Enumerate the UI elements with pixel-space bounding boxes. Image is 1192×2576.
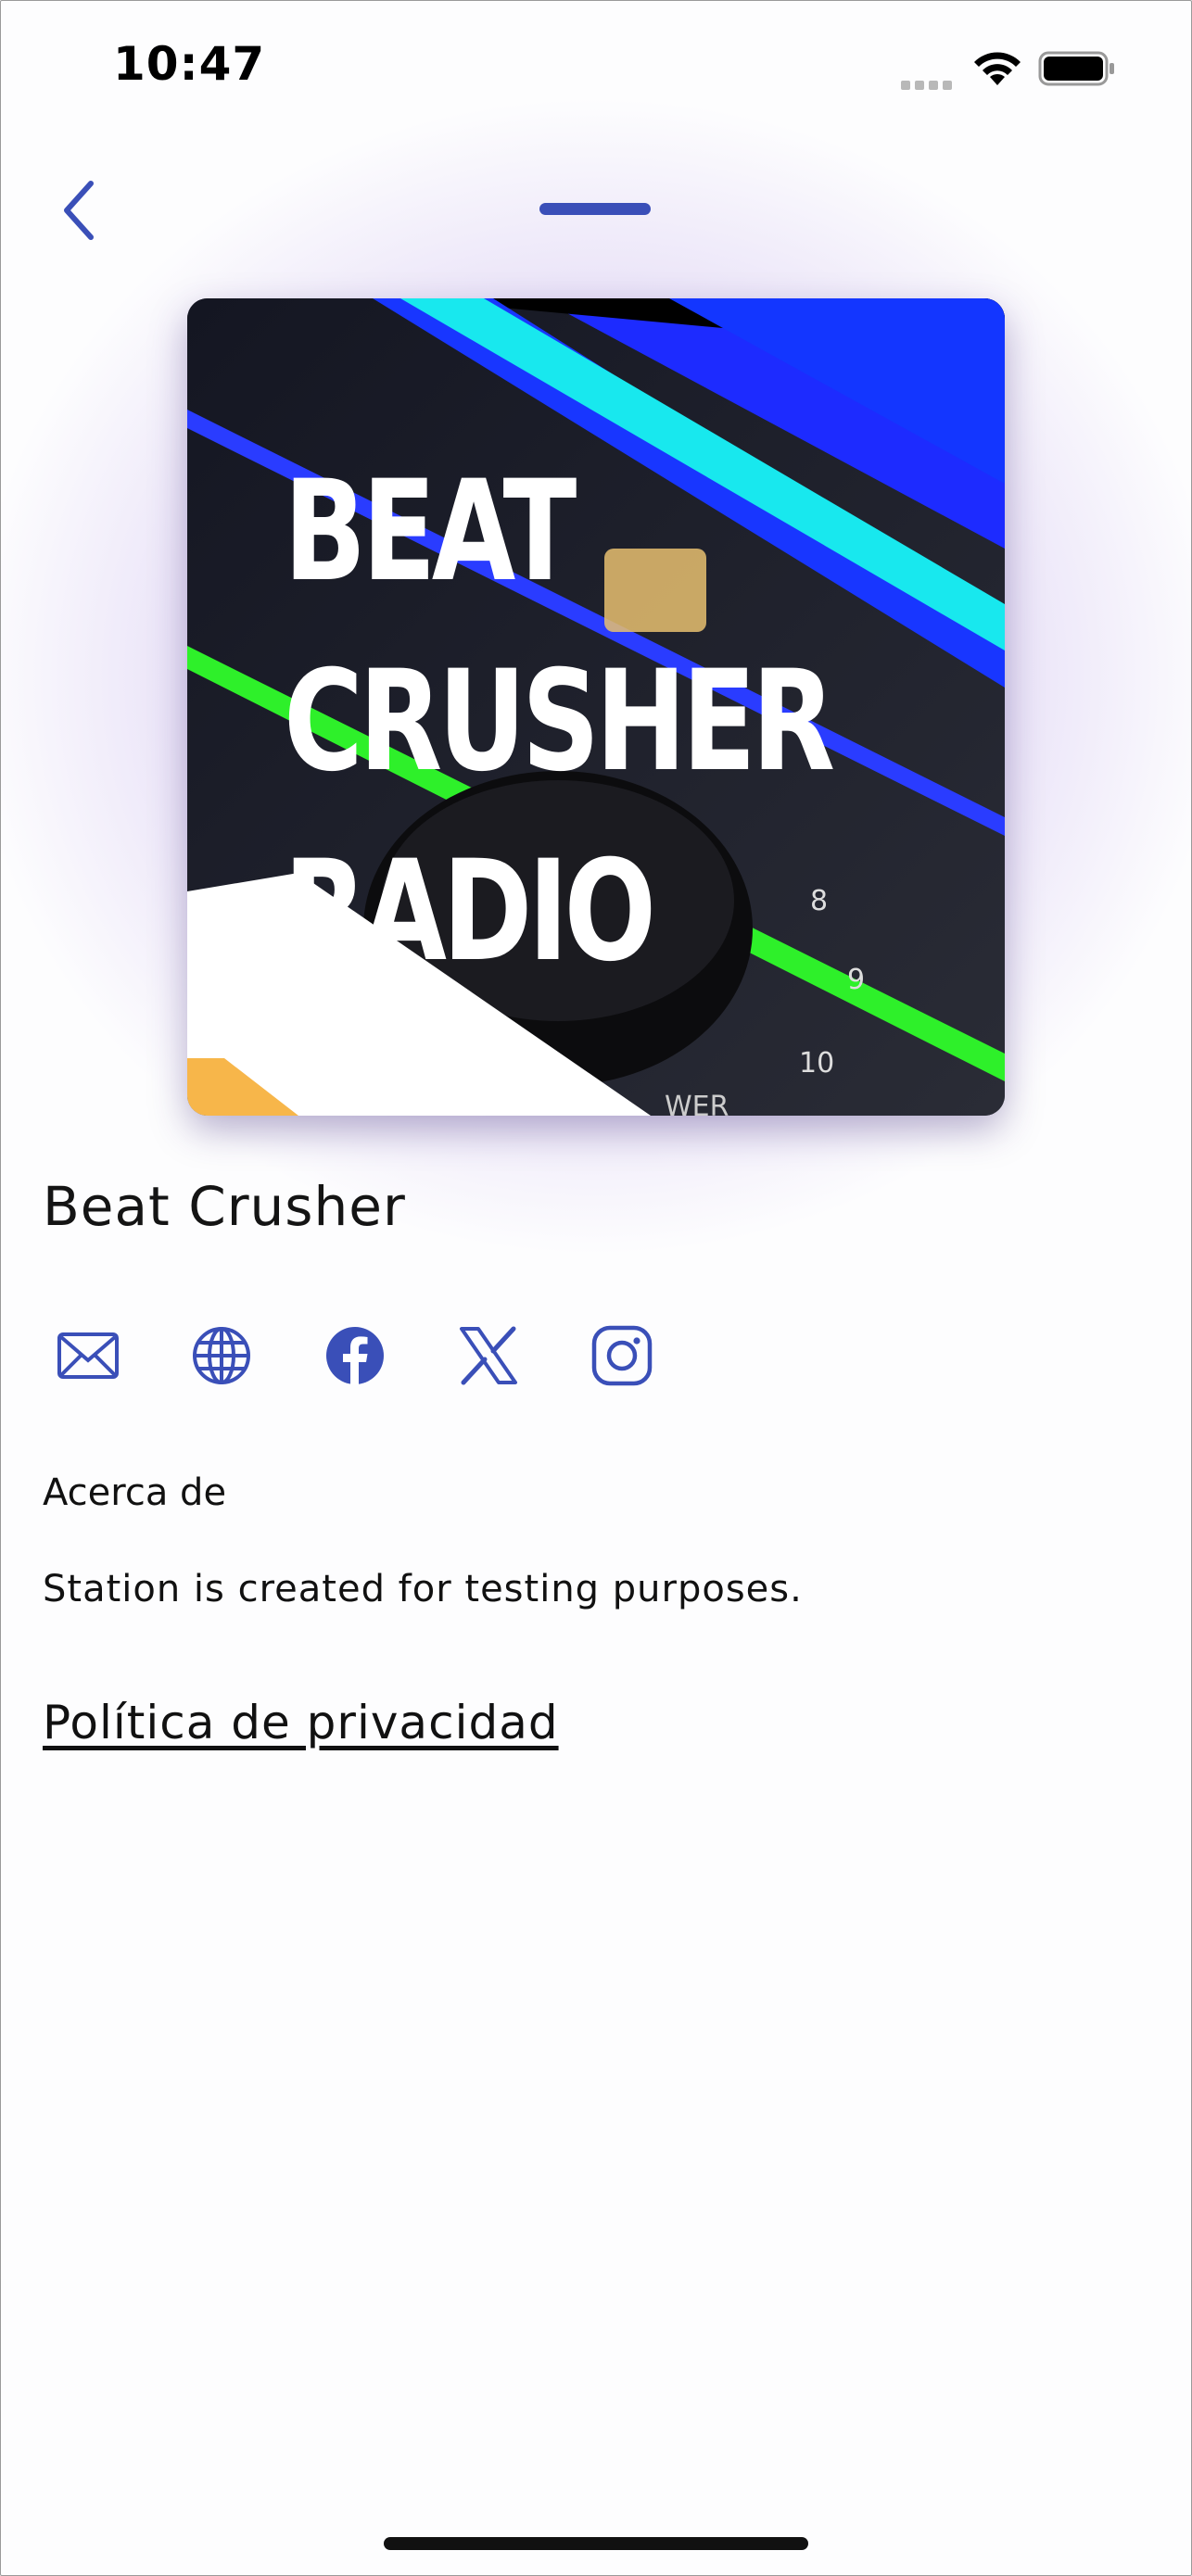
- device-frame: [0, 0, 1192, 2576]
